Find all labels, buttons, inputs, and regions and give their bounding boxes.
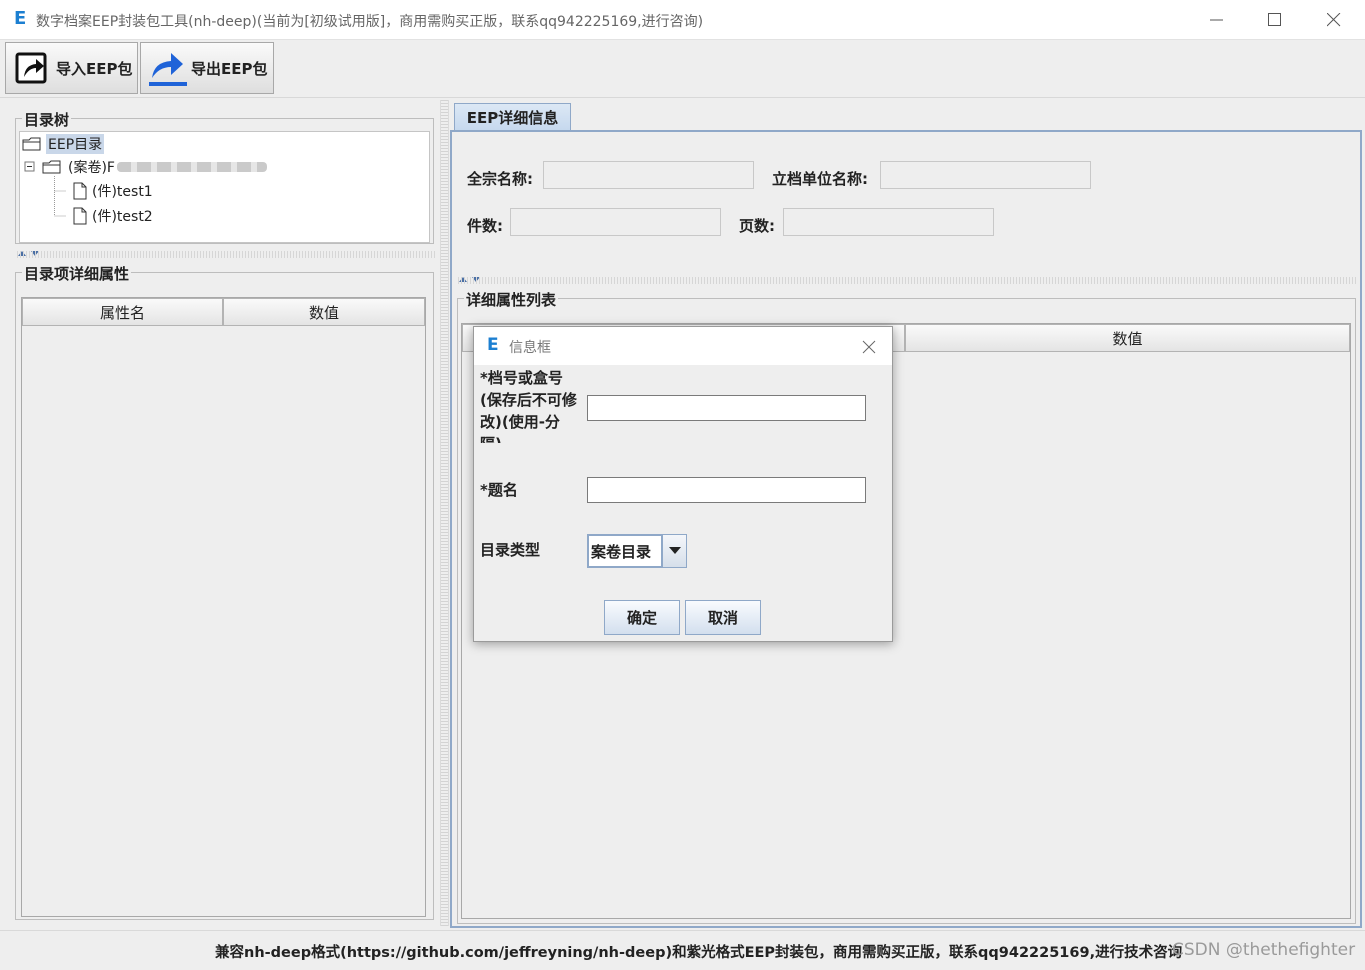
- tree-folder-label: (案卷)F: [68, 160, 115, 176]
- close-button[interactable]: [1305, 0, 1363, 40]
- pieces-label: 件数:: [467, 217, 503, 235]
- right-splitter[interactable]: [458, 277, 1356, 284]
- title-label: *题名: [480, 481, 518, 499]
- column-header-name[interactable]: 属性名: [22, 298, 223, 326]
- fonds-name-label: 全宗名称:: [467, 170, 533, 188]
- pages-field[interactable]: [783, 208, 994, 236]
- unit-name-label: 立档单位名称:: [772, 170, 868, 188]
- title-bar: E 数字档案EEP封装包工具(nh-deep)(当前为[初级试用版]，商用需购买…: [0, 0, 1365, 40]
- import-label: 导入EEP包: [56, 59, 133, 78]
- column-header-value[interactable]: 数值: [905, 324, 1350, 352]
- directory-type-select[interactable]: 案卷目录: [587, 534, 687, 568]
- import-icon: [12, 48, 52, 88]
- maximize-button[interactable]: [1246, 0, 1304, 40]
- tree-group-title: 目录树: [22, 109, 72, 130]
- tree-item-2[interactable]: (件)test2: [72, 206, 153, 226]
- tree-item-1[interactable]: (件)test1: [72, 181, 153, 201]
- unit-name-field[interactable]: [880, 161, 1091, 189]
- info-dialog: E 信息框 *档号或盒号(保存后不可修改)(使用-分隔) *题名 目录类型 案卷…: [473, 326, 893, 642]
- archive-number-label: *档号或盒号(保存后不可修改)(使用-分隔): [480, 369, 577, 443]
- dialog-title: 信息框: [509, 340, 551, 356]
- props-table-header: 属性名 数值: [22, 298, 425, 326]
- ok-button[interactable]: 确定: [604, 600, 680, 635]
- folder-icon: [22, 137, 41, 151]
- pieces-field[interactable]: [510, 208, 721, 236]
- tree-root-label: EEP目录: [46, 134, 105, 154]
- left-panel: 目录树 EEP目录 (案卷)F (件)test1 (件)test2 目录项详细属…: [4, 101, 438, 927]
- directory-tree[interactable]: EEP目录 (案卷)F (件)test1 (件)test2: [19, 131, 430, 243]
- dropdown-button[interactable]: [662, 535, 686, 567]
- cancel-button[interactable]: 取消: [685, 600, 761, 635]
- left-splitter[interactable]: [17, 251, 435, 258]
- tree-folder[interactable]: (案卷)F: [24, 157, 267, 177]
- minimize-button[interactable]: [1188, 0, 1246, 40]
- dialog-logo: E: [487, 335, 499, 355]
- app-logo: E: [14, 8, 27, 29]
- tree-root[interactable]: EEP目录: [22, 134, 105, 154]
- import-eep-button[interactable]: 导入EEP包: [5, 42, 138, 94]
- export-icon: [147, 48, 187, 88]
- chevron-down-icon: [668, 547, 681, 554]
- toolbar: 导入EEP包 导出EEP包: [0, 40, 1365, 98]
- window-title: 数字档案EEP封装包工具(nh-deep)(当前为[初级试用版]，商用需购买正版…: [36, 14, 704, 30]
- file-icon: [73, 207, 87, 225]
- directory-type-value: 案卷目录: [588, 535, 662, 567]
- archive-number-input[interactable]: [587, 395, 866, 421]
- main-splitter[interactable]: [440, 100, 449, 926]
- dialog-close-button[interactable]: [859, 337, 879, 357]
- watermark: CSDN @thethefighter: [1172, 940, 1356, 960]
- tree-lines: [54, 176, 66, 217]
- status-text: 兼容nh-deep格式(https://github.com/jeffreyni…: [215, 945, 1183, 961]
- title-input[interactable]: [587, 477, 866, 503]
- column-header-value[interactable]: 数值: [223, 298, 425, 326]
- directory-type-label: 目录类型: [480, 541, 541, 559]
- pages-label: 页数:: [739, 217, 775, 235]
- status-bar: 兼容nh-deep格式(https://github.com/jeffreyni…: [0, 930, 1365, 970]
- close-icon: [862, 340, 876, 354]
- maximize-icon: [1268, 13, 1281, 26]
- detail-list-title: 详细属性列表: [464, 289, 559, 310]
- fonds-name-field[interactable]: [543, 161, 754, 189]
- props-table[interactable]: 属性名 数值: [21, 297, 426, 917]
- close-icon: [1327, 13, 1341, 27]
- props-group-title: 目录项详细属性: [22, 263, 132, 284]
- folder-icon: [42, 160, 61, 174]
- tree-item-label: (件)test2: [92, 209, 153, 225]
- redacted-text: [116, 162, 267, 172]
- dialog-title-bar: E 信息框: [474, 327, 892, 365]
- file-icon: [73, 182, 87, 200]
- export-eep-button[interactable]: 导出EEP包: [140, 42, 274, 94]
- tab-eep-detail[interactable]: EEP详细信息: [454, 103, 571, 131]
- export-label: 导出EEP包: [191, 59, 268, 78]
- tree-item-label: (件)test1: [92, 184, 153, 200]
- collapse-icon[interactable]: [24, 161, 36, 173]
- minimize-icon: [1210, 19, 1223, 21]
